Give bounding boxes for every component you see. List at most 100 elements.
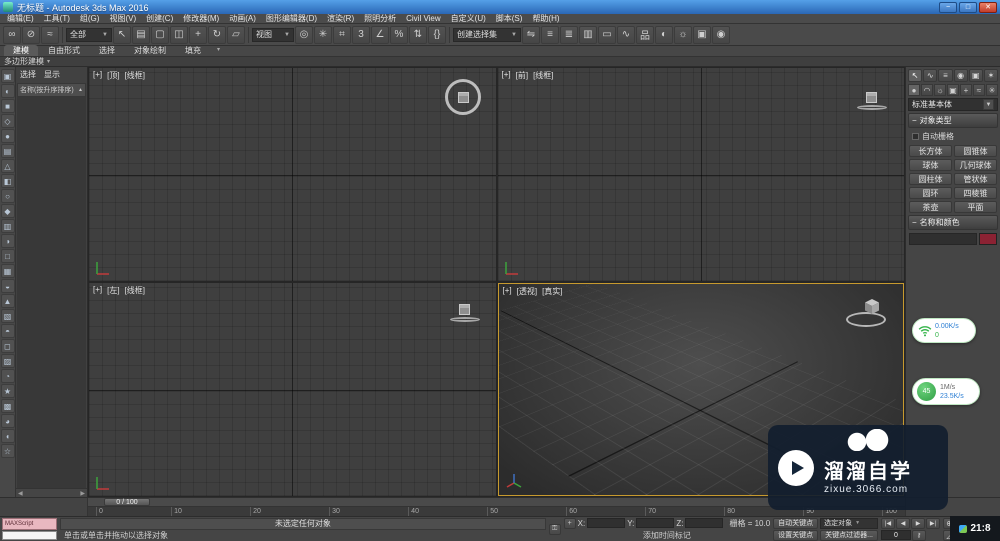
selection-filter-dropdown[interactable]: 全部 ▼ <box>66 27 112 42</box>
menu-item[interactable]: 创建(C) <box>141 14 178 24</box>
object-type-button[interactable]: 平面 <box>954 201 997 213</box>
left-toolbar-icon[interactable]: ▤ <box>0 144 15 158</box>
torus-object[interactable] <box>450 317 480 322</box>
set-key-button[interactable]: 设置关键点 <box>773 529 819 541</box>
left-toolbar-icon[interactable]: ◻ <box>0 339 15 353</box>
explorer-menu-select[interactable]: 选择 <box>20 69 36 80</box>
edit-named-sets-icon[interactable]: {} <box>428 25 446 44</box>
keyboard-override-icon[interactable]: ⌗ <box>333 25 351 44</box>
left-toolbar-icon[interactable]: ◇ <box>0 114 15 128</box>
viewport-pov-menu[interactable]: [左] <box>107 285 119 296</box>
viewport-shading-menu[interactable]: [真实] <box>542 286 562 297</box>
play-button[interactable]: ▶ <box>911 517 925 529</box>
window-crossing-icon[interactable]: ◫ <box>170 25 188 44</box>
select-and-rotate-icon[interactable]: ↻ <box>208 25 226 44</box>
select-and-move-icon[interactable]: + <box>189 25 207 44</box>
scene-explorer-toggle-icon[interactable]: ▥ <box>579 25 597 44</box>
name-color-rollout-header[interactable]: − 名称和颜色 <box>908 215 998 230</box>
z-coord-input[interactable] <box>685 518 724 528</box>
category-spacewarps-icon[interactable]: ≈ <box>973 84 985 96</box>
menu-item[interactable]: 渲染(R) <box>322 14 359 24</box>
key-scope-dropdown[interactable]: 选定对象 ▼ <box>820 517 878 529</box>
viewport-general-menu[interactable]: [+] <box>503 286 512 297</box>
viewport-pov-menu[interactable]: [透视] <box>517 286 537 297</box>
menu-item[interactable]: 照明分析 <box>359 14 401 24</box>
menu-item[interactable]: 帮助(H) <box>527 14 564 24</box>
menu-item[interactable]: 编辑(E) <box>2 14 39 24</box>
object-type-rollout-header[interactable]: − 对象类型 <box>908 113 998 128</box>
object-type-button[interactable]: 圆柱体 <box>909 173 952 185</box>
left-toolbar-icon[interactable]: ▥ <box>0 219 15 233</box>
object-type-button[interactable]: 圆锥体 <box>954 145 997 157</box>
left-toolbar-icon[interactable]: ○ <box>0 189 15 203</box>
previous-frame-button[interactable]: ◀ <box>896 517 910 529</box>
go-to-start-button[interactable]: |◀ <box>881 517 895 529</box>
box-object[interactable] <box>459 304 470 315</box>
render-setup-icon[interactable]: ☼ <box>674 25 692 44</box>
left-toolbar-icon[interactable]: ◒ <box>0 279 15 293</box>
left-toolbar-icon[interactable]: ▩ <box>0 399 15 413</box>
viewport-shading-menu[interactable]: [线框] <box>125 285 145 296</box>
key-mode-toggle-icon[interactable]: ⚷ <box>912 529 926 541</box>
ribbon-tab[interactable]: 填充 <box>176 45 210 56</box>
subcategory-dropdown[interactable]: 标准基本体 ▼ <box>908 98 998 111</box>
ribbon-tab[interactable]: 建模 <box>4 45 38 56</box>
left-toolbar-icon[interactable]: ◖ <box>0 429 15 443</box>
explorer-object-list[interactable] <box>17 97 86 488</box>
y-coord-input[interactable] <box>636 518 675 528</box>
minimize-button[interactable]: − <box>939 1 957 13</box>
left-toolbar-icon[interactable]: ▦ <box>0 264 15 278</box>
layer-manager-icon[interactable]: ≣ <box>560 25 578 44</box>
left-toolbar-icon[interactable]: ● <box>0 129 15 143</box>
left-toolbar-icon[interactable]: ◕ <box>0 414 15 428</box>
object-name-input[interactable] <box>909 233 977 245</box>
category-helpers-icon[interactable]: + <box>960 84 972 96</box>
object-type-button[interactable]: 长方体 <box>909 145 952 157</box>
render-production-icon[interactable]: ◉ <box>712 25 730 44</box>
ribbon-minimize-icon[interactable]: ▾ <box>217 45 220 56</box>
bind-to-space-warp-icon[interactable]: ≈ <box>41 25 59 44</box>
maxscript-macro-recorder[interactable]: MAXScript <box>2 518 57 530</box>
viewport-left[interactable]: [+] [左] [线框] <box>89 283 496 496</box>
left-toolbar-icon[interactable]: ◓ <box>0 324 15 338</box>
percent-snap-icon[interactable]: % <box>390 25 408 44</box>
box-object[interactable] <box>863 298 881 316</box>
explorer-menu-display[interactable]: 显示 <box>44 69 60 80</box>
box-object[interactable] <box>865 92 877 103</box>
speed-ball-widget[interactable]: 45 1M/s 23.5K/s <box>912 378 980 405</box>
auto-key-button[interactable]: 自动关键点 <box>773 517 819 529</box>
menu-item[interactable]: 自定义(U) <box>446 14 491 24</box>
maxscript-mini-listener[interactable] <box>2 531 57 540</box>
scroll-right-icon[interactable]: ▶ <box>80 490 85 497</box>
material-editor-icon[interactable]: ◐ <box>655 25 673 44</box>
left-toolbar-icon[interactable]: ◐ <box>0 84 15 98</box>
close-button[interactable]: ✕ <box>979 1 997 13</box>
align-icon[interactable]: ≡ <box>541 25 559 44</box>
schematic-view-icon[interactable]: 品 <box>636 25 654 44</box>
category-lights-icon[interactable]: ☼ <box>934 84 946 96</box>
viewport-pov-menu[interactable]: [顶] <box>107 70 119 81</box>
left-toolbar-icon[interactable]: ▲ <box>0 294 15 308</box>
viewport-shading-menu[interactable]: [线框] <box>533 70 553 81</box>
selection-lock-icon[interactable]: ⚿ <box>548 523 561 535</box>
network-speed-widget[interactable]: 0.00K/s 0 <box>912 318 976 343</box>
object-type-button[interactable]: 管状体 <box>954 173 997 185</box>
tab-display-icon[interactable]: ▣ <box>968 69 983 82</box>
go-to-end-button[interactable]: ▶| <box>926 517 940 529</box>
left-toolbar-icon[interactable]: ▧ <box>0 309 15 323</box>
viewport-pov-menu[interactable]: [前] <box>516 70 528 81</box>
category-shapes-icon[interactable]: ◠ <box>921 84 933 96</box>
menu-item[interactable]: 图形编辑器(D) <box>261 14 322 24</box>
scroll-left-icon[interactable]: ◀ <box>18 490 23 497</box>
category-geometry-icon[interactable]: ● <box>908 84 920 96</box>
left-toolbar-icon[interactable]: ◔ <box>0 369 15 383</box>
explorer-column-header[interactable]: 名称(按升序排序) ▲ <box>17 83 86 97</box>
left-toolbar-icon[interactable]: ★ <box>0 384 15 398</box>
angle-snap-icon[interactable]: ∠ <box>371 25 389 44</box>
named-selection-sets-dropdown[interactable]: 创建选择集 ▼ <box>453 27 521 42</box>
tab-modify-icon[interactable]: ∿ <box>923 69 938 82</box>
tab-motion-icon[interactable]: ◉ <box>953 69 968 82</box>
object-type-button[interactable]: 茶壶 <box>909 201 952 213</box>
category-cameras-icon[interactable]: ▣ <box>947 84 959 96</box>
menu-item[interactable]: 脚本(S) <box>491 14 528 24</box>
